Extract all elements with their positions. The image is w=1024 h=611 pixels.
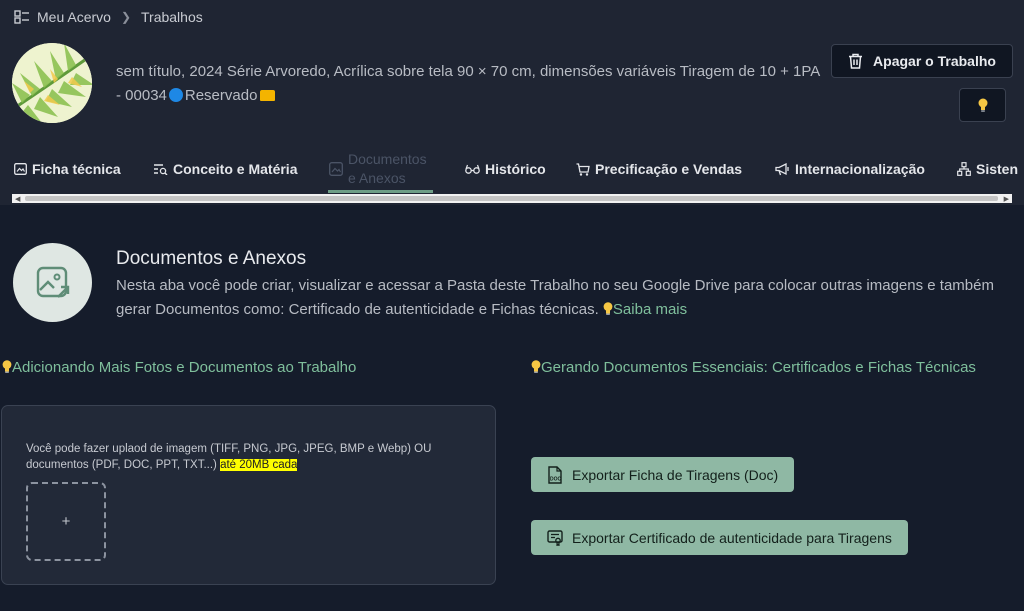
- export-certificado-label: Exportar Certificado de autenticidade pa…: [572, 529, 892, 546]
- tab-label: Conceito e Matéria: [173, 161, 298, 177]
- tab-conceito-materia[interactable]: Conceito e Matéria: [153, 145, 297, 193]
- upload-dropzone[interactable]: +: [26, 482, 106, 561]
- scrollbar-thumb[interactable]: [25, 196, 998, 201]
- image-export-icon: [36, 266, 69, 298]
- glasses-icon: [465, 164, 480, 174]
- breadcrumb-current[interactable]: Trabalhos: [141, 9, 203, 25]
- plus-icon: +: [61, 513, 71, 530]
- cart-icon: [576, 162, 590, 176]
- doc-file-icon: DOC: [548, 465, 562, 484]
- lightbulb-icon: [603, 302, 613, 315]
- left-column-heading-text: Adicionando Mais Fotos e Documentos ao T…: [12, 359, 357, 376]
- section-icon: [13, 243, 92, 322]
- tip-button[interactable]: [959, 88, 1006, 122]
- trash-icon: [849, 53, 863, 69]
- tab-label: Sisten: [976, 161, 1019, 177]
- scroll-left-icon[interactable]: ◀: [15, 195, 20, 203]
- tab-ficha-tecnica[interactable]: Ficha técnica: [14, 145, 121, 193]
- network-icon: [957, 162, 971, 176]
- export-ficha-button[interactable]: DOC Exportar Ficha de Tiragens (Doc): [531, 457, 795, 492]
- tab-internacionalizacao[interactable]: Internacionalização: [775, 145, 925, 193]
- export-certificado-button[interactable]: Exportar Certificado de autenticidade pa…: [531, 520, 908, 555]
- upload-instructions: Você pode fazer uplaod de imagem (TIFF, …: [26, 441, 476, 473]
- lightbulb-icon: [978, 98, 987, 112]
- tab-label: Histórico: [485, 161, 546, 177]
- image-icon: [329, 162, 343, 176]
- lightbulb-icon: [2, 360, 12, 373]
- upload-panel: Você pode fazer uplaod de imagem (TIFF, …: [1, 405, 496, 585]
- upload-limit: até 20MB cada: [220, 459, 298, 471]
- tabs-scrollbar[interactable]: ◀ ▶: [12, 194, 1012, 203]
- svg-text:DOC: DOC: [550, 476, 562, 482]
- export-ficha-label: Exportar Ficha de Tiragens (Doc): [572, 466, 779, 483]
- saiba-mais-link[interactable]: Saiba mais: [613, 301, 687, 318]
- tab-documentos-anexos[interactable]: Documentos e Anexos: [329, 145, 436, 193]
- tab-sistema[interactable]: Sisten: [957, 145, 1018, 193]
- text-search-icon: [154, 164, 168, 175]
- tab-bar: Ficha técnica Conceito e Matéria Documen…: [0, 145, 1024, 193]
- status-badge: Reservado: [184, 87, 258, 104]
- left-column-heading: Adicionando Mais Fotos e Documentos ao T…: [2, 356, 502, 380]
- breadcrumb: Meu Acervo ❯ Trabalhos: [14, 9, 203, 25]
- tab-label: Internacionalização: [795, 161, 925, 177]
- tab-label: Ficha técnica: [32, 161, 121, 177]
- section-description-text: Nesta aba você pode criar, visualizar e …: [116, 277, 994, 318]
- artwork-thumbnail[interactable]: [12, 43, 92, 123]
- status-dot-icon: [168, 88, 183, 102]
- delete-work-button[interactable]: Apagar o Trabalho: [831, 44, 1013, 78]
- right-column-heading-text: Gerando Documentos Essenciais: Certifica…: [541, 359, 976, 376]
- section-title: Documentos e Anexos: [116, 248, 307, 269]
- section-description: Nesta aba você pode criar, visualizar e …: [116, 274, 996, 322]
- folder-icon[interactable]: [260, 90, 276, 101]
- tab-precificacao-vendas[interactable]: Precificação e Vendas: [576, 145, 742, 193]
- lightbulb-icon: [531, 360, 541, 373]
- active-tab-indicator: [328, 190, 433, 193]
- certificate-icon: [547, 529, 563, 546]
- tab-historico[interactable]: Histórico: [465, 145, 546, 193]
- image-card-icon: [14, 163, 27, 175]
- chevron-right-icon: ❯: [120, 10, 131, 24]
- tab-label: Documentos e Anexos: [348, 151, 427, 186]
- artwork-title: sem título, 2024 Série Arvoredo, Acrílic…: [116, 60, 826, 108]
- breadcrumb-root[interactable]: Meu Acervo: [37, 9, 111, 25]
- megaphone-icon: [775, 162, 789, 175]
- tab-label: Precificação e Vendas: [595, 161, 743, 177]
- right-column-heading: Gerando Documentos Essenciais: Certifica…: [531, 356, 1024, 380]
- delete-work-label: Apagar o Trabalho: [873, 53, 996, 69]
- scroll-right-icon[interactable]: ▶: [1004, 195, 1009, 203]
- list-icon: [14, 10, 29, 24]
